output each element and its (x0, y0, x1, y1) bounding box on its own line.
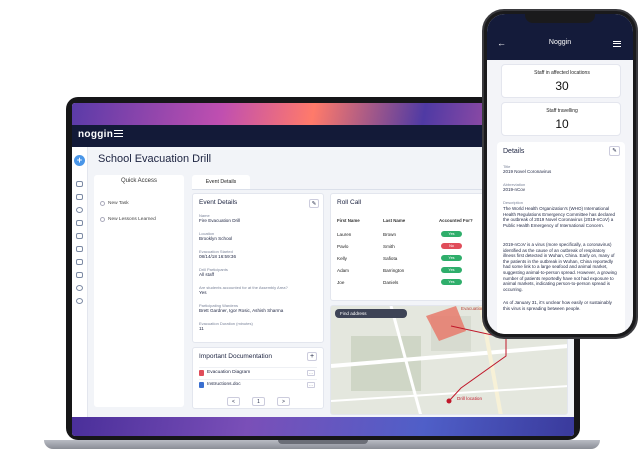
add-document-button[interactable]: + (307, 352, 317, 361)
more-options-icon[interactable]: … (307, 381, 315, 388)
documentation-card: Important Documentation + Evacuation Dia… (192, 347, 324, 409)
stat-value: 10 (555, 117, 569, 131)
phone-screen: ← Noggin Staff in affected locations 30 … (487, 14, 633, 334)
table-cell: Barrington (383, 268, 405, 273)
page-number[interactable]: 1 (252, 397, 265, 406)
table-cell: Joe (337, 280, 345, 285)
description-paragraph: 2019-nCoV is a virus (more specifically,… (503, 242, 617, 292)
more-options-icon[interactable]: … (307, 369, 315, 376)
field-value: Brooklyn School (199, 236, 233, 241)
status-badge[interactable]: Yes (441, 231, 462, 237)
field-label: Are students accounted for at the Assemb… (199, 285, 288, 290)
prev-page-button[interactable]: < (227, 397, 240, 406)
app-logo[interactable]: noggin (78, 129, 113, 140)
edit-pencil-icon[interactable]: ✎ (609, 146, 620, 156)
field-value: 2019 Novel Coronavirus (503, 169, 552, 174)
column-header: First Name (337, 218, 360, 223)
document-icon[interactable] (76, 220, 83, 226)
left-nav (72, 147, 88, 417)
box-icon[interactable] (76, 246, 83, 252)
chart-icon[interactable] (76, 194, 83, 200)
table-cell: Brown (383, 232, 397, 237)
field-value: 08/14/18 16:59:36 (199, 254, 237, 259)
table-cell: Lauren (337, 232, 352, 237)
status-badge[interactable]: Yes (441, 267, 462, 273)
find-address-input[interactable]: Find address (335, 309, 407, 318)
circle-icon (100, 217, 105, 222)
event-details-card: Event Details ✎ Name Fire Evacuation Dri… (192, 193, 324, 343)
column-header: Last Name (383, 218, 406, 223)
stat-card: Staff in affected locations 30 (501, 64, 621, 98)
roll-call-title: Roll Call (337, 199, 362, 206)
details-card: Details ✎ Title 2019 Novel Coronavirus A… (497, 142, 625, 334)
quick-access-panel: Quick Access New Task New Lessons Learne… (94, 175, 184, 407)
laptop-notch (278, 440, 368, 444)
quick-access-item-new-lessons[interactable]: New Lessons Learned (100, 217, 156, 222)
pagination: < 1 > (193, 395, 325, 409)
add-button[interactable]: + (74, 155, 85, 166)
field-label: Description (503, 200, 524, 205)
table-cell: Safiota (383, 256, 398, 261)
phone-notch (525, 14, 595, 23)
stat-label: Staff travelling (546, 108, 578, 114)
quick-access-title: Quick Access (120, 178, 157, 184)
field-value: Brett Gardner, Igor Rosic, Ashish Sharma (199, 308, 284, 313)
doc-icon (199, 381, 204, 388)
file-icon[interactable] (76, 259, 83, 265)
field-value: 11 (199, 326, 204, 331)
circle-icon (100, 201, 105, 206)
field-value: The World Health Organization's (WHO) In… (503, 206, 616, 228)
document-row[interactable]: Instructions.doc … (199, 379, 317, 389)
field-value: Fire Evacuation Drill (199, 218, 241, 223)
phone-title: Noggin (548, 39, 572, 46)
next-page-button[interactable]: > (277, 397, 290, 406)
stat-label: Staff in affected locations (534, 70, 590, 76)
document-row[interactable]: Evacuation Diagram … (199, 367, 317, 377)
field-value: All staff (199, 272, 214, 277)
table-cell: Adam (337, 268, 350, 273)
table-cell: Daniels (383, 280, 399, 285)
event-details-title: Event Details (199, 199, 238, 206)
tab-event-details[interactable]: Event Details (192, 175, 250, 190)
status-badge[interactable]: No (441, 243, 462, 249)
info-icon[interactable] (76, 207, 83, 213)
field-value: 2019-nCov (503, 187, 526, 192)
users-icon[interactable] (76, 233, 83, 239)
description-paragraph: As of January 31, it's unclear how easil… (503, 300, 612, 311)
status-badge[interactable]: Yes (441, 255, 462, 261)
documentation-title: Important Documentation (199, 353, 272, 360)
page-title: School Evacuation Drill (98, 153, 212, 165)
quick-access-item-new-task[interactable]: New Task (100, 201, 129, 206)
clock-icon[interactable] (76, 285, 83, 291)
table-cell: Smith (383, 244, 395, 249)
edit-pencil-icon[interactable]: ✎ (309, 199, 319, 208)
field-value: Yes (199, 290, 207, 295)
mail-icon[interactable] (76, 272, 83, 278)
settings-icon[interactable] (76, 298, 83, 304)
stat-value: 30 (555, 79, 569, 93)
field-label: Evacuation Duration (minutes) (199, 321, 253, 326)
stat-card: Staff travelling 10 (501, 102, 621, 136)
details-title: Details (503, 148, 525, 155)
hamburger-menu-icon[interactable] (114, 130, 123, 137)
refresh-icon[interactable] (76, 181, 83, 187)
table-cell: Pavlo (337, 244, 349, 249)
table-cell: Kelly (337, 256, 347, 261)
evacuation-label: Evacuation (461, 306, 484, 311)
hamburger-menu-icon[interactable] (613, 41, 621, 47)
status-badge[interactable]: Yes (441, 279, 462, 285)
drill-location-label: Drill location (457, 396, 483, 401)
pdf-icon (199, 369, 204, 376)
column-header: Accounted For? (439, 218, 473, 223)
footer-banner (72, 417, 574, 436)
